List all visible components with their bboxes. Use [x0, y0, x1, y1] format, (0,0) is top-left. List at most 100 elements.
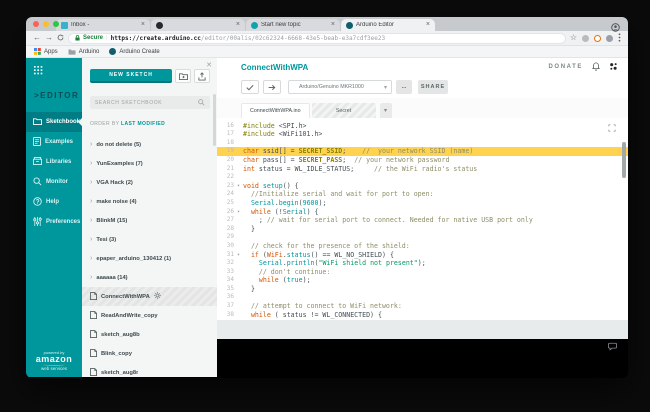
sidebar-item-preferences[interactable]: Preferences [26, 212, 82, 232]
code-line-20[interactable]: 20 char pass[] = SECRET_PASS; // your ne… [217, 156, 628, 165]
aws-brand: amazon [26, 355, 82, 363]
bookmark-2[interactable]: Arduino Create [109, 48, 159, 55]
code-line-30[interactable]: 30 // check for the presence of the shie… [217, 242, 628, 251]
sketchbook-search-input[interactable] [95, 100, 198, 106]
sketch-settings-gear-icon[interactable] [154, 292, 161, 301]
new-sketch-button[interactable]: NEW SKETCH [90, 69, 172, 83]
code-line-32[interactable]: 32 Serial.println("WiFi shield not prese… [217, 259, 628, 268]
panel-scrollbar[interactable] [213, 94, 216, 146]
chevron-right-icon[interactable]: › [90, 274, 92, 281]
sketch-row[interactable]: › BlinkM (15) [82, 211, 217, 230]
code-line-27[interactable]: 27 ; // wait for serial port to connect.… [217, 216, 628, 225]
code-line-26[interactable]: 26▾ while (!Serial) { [217, 208, 628, 217]
share-button[interactable]: SHARE [418, 80, 448, 94]
code-line-33[interactable]: 33 // don't continue: [217, 268, 628, 277]
upload-sketch-button[interactable] [194, 69, 210, 83]
code-editor[interactable]: 15 16 #include <SPI.h> 17 #include <WiFi… [217, 118, 628, 320]
sketch-row[interactable]: › do not delete (5) [82, 135, 217, 154]
import-folder-button[interactable] [175, 69, 191, 83]
sidebar-item-libraries[interactable]: Libraries [26, 152, 82, 172]
code-line-38[interactable]: 38 while ( status != WL_CONNECTED) { [217, 311, 628, 320]
extension-icon-2[interactable] [594, 35, 601, 42]
chevron-right-icon[interactable]: › [90, 160, 92, 167]
chevron-right-icon[interactable]: › [90, 179, 92, 186]
code-line-36[interactable]: 36 [217, 293, 628, 302]
sketch-row[interactable]: › YunExamples (7) [82, 154, 217, 173]
code-line-22[interactable]: 22 [217, 173, 628, 182]
sketch-row[interactable]: › epaper_arduino_130412 (1) [82, 249, 217, 268]
code-line-29[interactable]: 29 [217, 233, 628, 242]
chevron-right-icon[interactable]: › [90, 217, 92, 224]
code-line-25[interactable]: 25 Serial.begin(9600); [217, 199, 628, 208]
file-tab-1[interactable]: Secret [312, 103, 376, 118]
sketch-row[interactable]: sketch_aug8r [82, 363, 217, 377]
browser-tab-0[interactable]: Inbox - × [56, 19, 150, 31]
sketch-row[interactable]: › aaaaaa (14) [82, 268, 217, 287]
code-line-28[interactable]: 28 } [217, 225, 628, 234]
chat-bubble-icon[interactable] [608, 338, 617, 356]
notifications-bell-icon[interactable] [592, 58, 600, 76]
sidebar-item-monitor[interactable]: Monitor [26, 172, 82, 192]
order-by-value[interactable]: LAST MODIFIED [121, 121, 165, 127]
bookmark-star-icon[interactable]: ☆ [570, 34, 577, 42]
aws-logo: powered by amazon web services [26, 350, 82, 371]
code-line-17[interactable]: 17 #include <WiFi101.h> [217, 130, 628, 139]
secure-label: Secure [83, 35, 103, 41]
editor-scrollbar[interactable] [622, 142, 626, 178]
code-line-35[interactable]: 35 } [217, 285, 628, 294]
code-line-19[interactable]: 19 char ssid[] = SECRET_SSID; // your ne… [217, 147, 628, 156]
file-tab-0[interactable]: ConnectWithWPA.ino [241, 103, 310, 118]
chevron-right-icon[interactable]: › [90, 141, 92, 148]
sketch-row[interactable]: ReadAndWrite_copy [82, 306, 217, 325]
sidebar-item-sketchbook[interactable]: Sketchbook [26, 112, 82, 132]
panel-close-icon[interactable]: ✕ [206, 61, 212, 69]
code-line-24[interactable]: 24 //Initialize serial and wait for port… [217, 190, 628, 199]
verify-button[interactable] [241, 80, 259, 94]
code-line-21[interactable]: 21 int status = WL_IDLE_STATUS; // the W… [217, 165, 628, 174]
url-bar[interactable]: Secure | https://create.arduino.cc/edito… [68, 33, 566, 44]
chevron-right-icon[interactable]: › [90, 198, 92, 205]
sketch-row[interactable]: sketch_aug8b [82, 325, 217, 344]
sketch-row[interactable]: › Tesi (3) [82, 230, 217, 249]
forward-icon[interactable]: → [45, 34, 53, 42]
tab-close-icon[interactable]: × [236, 22, 240, 28]
board-selector[interactable]: Arduino/Genuino MKR1000 ▾ [288, 80, 392, 94]
browser-tab-3[interactable]: Arduino Editor × [341, 19, 435, 31]
code-line-31[interactable]: 31▾ if (WiFi.status() == WL_NO_SHIELD) { [217, 251, 628, 260]
browser-profile-icon[interactable] [611, 19, 620, 37]
minimize-window-button[interactable] [43, 21, 49, 27]
upload-button[interactable] [263, 80, 281, 94]
sidebar-item-help[interactable]: Help [26, 192, 82, 212]
sidebar-item-examples[interactable]: Examples [26, 132, 82, 152]
refresh-icon[interactable] [57, 34, 64, 43]
tab-close-icon[interactable]: × [141, 22, 145, 28]
profile-menu-icon[interactable] [609, 58, 618, 76]
sketch-row[interactable]: › VGA Hack (2) [82, 173, 217, 192]
code-line-34[interactable]: 34 while (true); [217, 276, 628, 285]
chevron-right-icon[interactable]: › [90, 236, 92, 243]
chevron-right-icon[interactable]: › [90, 255, 92, 262]
back-icon[interactable]: ← [33, 34, 41, 42]
code-line-16[interactable]: 16 #include <SPI.h> [217, 122, 628, 131]
maximize-window-button[interactable] [53, 21, 59, 27]
sketch-row[interactable]: Blink_copy [82, 344, 217, 363]
close-window-button[interactable] [33, 21, 39, 27]
browser-tab-2[interactable]: Start new topic × [246, 19, 340, 31]
fullscreen-expand-icon[interactable] [608, 124, 616, 135]
tab-close-icon[interactable]: × [426, 22, 430, 28]
more-options-button[interactable]: ... [396, 80, 412, 94]
bookmark-0[interactable]: Apps [34, 48, 58, 55]
sidebar-nav-list: Sketchbook Examples Libraries Monitor He… [26, 112, 82, 232]
code-line-23[interactable]: 23▾ void setup() { [217, 182, 628, 191]
code-line-18[interactable]: 18 [217, 139, 628, 148]
sketch-row[interactable]: › make noise (4) [82, 192, 217, 211]
extension-icon-1[interactable] [582, 35, 589, 42]
apps-grid-icon[interactable] [34, 63, 82, 81]
donate-link[interactable]: DONATE [549, 64, 584, 70]
bookmark-1[interactable]: Arduino [68, 48, 100, 55]
sketch-row[interactable]: ConnectWithWPA [82, 287, 217, 306]
code-line-37[interactable]: 37 // attempt to connect to WiFi network… [217, 302, 628, 311]
file-tab-menu-button[interactable]: ▾ [380, 103, 392, 118]
tab-close-icon[interactable]: × [331, 22, 335, 28]
browser-tab-1[interactable]: × [151, 19, 245, 31]
